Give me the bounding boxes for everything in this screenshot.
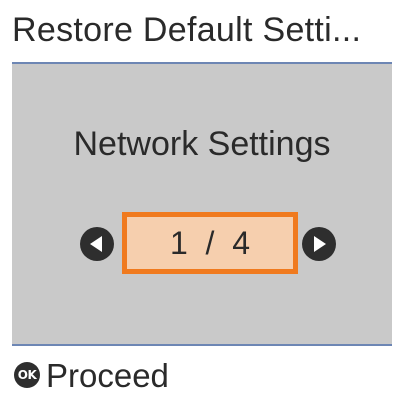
screen-title: Restore Default Setti... — [12, 11, 362, 49]
page-indicator-box[interactable]: 1 / 4 — [122, 212, 298, 274]
left-arrow-circle-icon[interactable] — [80, 227, 114, 261]
ok-button-icon[interactable]: OK — [14, 362, 40, 388]
proceed-label: Proceed — [46, 357, 169, 394]
content-panel: Network Settings 1 / 4 — [12, 64, 392, 344]
page-indicator-text: 1 / 4 — [169, 225, 251, 261]
left-arrow-glyph — [90, 236, 102, 252]
footer-bar: OK Proceed — [0, 346, 403, 403]
right-arrow-glyph — [314, 236, 326, 252]
title-bar: Restore Default Setti... — [0, 0, 403, 62]
right-arrow-circle-icon[interactable] — [302, 227, 336, 261]
setting-name-label: Network Settings — [73, 125, 331, 163]
printer-lcd-screen: Restore Default Setti... Network Setting… — [0, 0, 403, 403]
page-selector: 1 / 4 — [12, 212, 392, 274]
